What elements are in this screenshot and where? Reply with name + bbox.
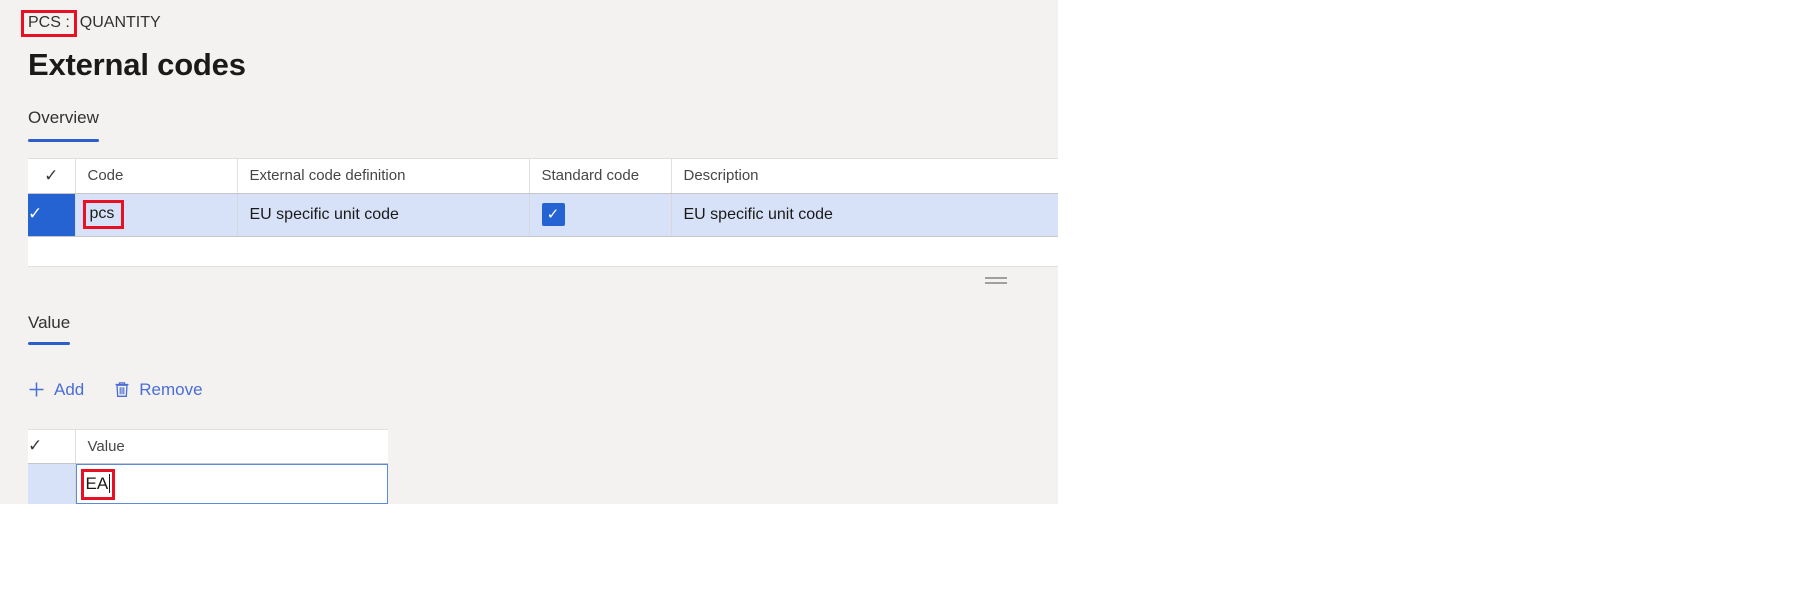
checkmark-icon: ✓ — [28, 204, 43, 223]
breadcrumb: PCS : QUANTITY — [21, 9, 1058, 37]
cell-standard-code[interactable]: ✓ — [529, 193, 672, 237]
page-title: External codes — [28, 47, 246, 82]
checkmark-icon: ✓ — [44, 165, 59, 185]
content-panel: PCS : QUANTITY External codes Overview ✓ — [0, 0, 1058, 504]
grid-empty-row — [28, 236, 1058, 267]
cell-code-value: pcs — [82, 200, 125, 229]
value-toolbar: Add Remove — [0, 375, 1058, 405]
resize-handle-line — [985, 276, 1007, 279]
grid-select-all-header[interactable]: ✓ — [28, 159, 76, 194]
overview-tabstrip: Overview — [0, 106, 1058, 142]
value-grid-select-all-header[interactable]: ✓ — [28, 429, 76, 464]
plus-icon — [29, 382, 44, 397]
value-tabstrip: Value — [0, 311, 1058, 345]
add-button[interactable]: Add — [28, 379, 84, 401]
grid-header-row: ✓ Code External code definition Standard… — [28, 159, 1058, 194]
section-splitter — [0, 267, 1058, 311]
value-input[interactable]: EA — [75, 464, 388, 504]
checkmark-icon: ✓ — [546, 206, 560, 223]
checkmark-icon: ✓ — [28, 436, 43, 456]
resize-handle-line — [985, 281, 1007, 284]
column-header-code[interactable]: Code — [75, 159, 238, 194]
add-button-label: Add — [54, 379, 85, 399]
tab-overview[interactable]: Overview — [28, 106, 99, 142]
column-header-external-code-definition[interactable]: External code definition — [237, 159, 530, 194]
resize-handle-icon[interactable] — [985, 276, 1007, 287]
column-header-description[interactable]: Description — [671, 159, 1058, 194]
cell-code[interactable]: pcs — [75, 193, 238, 237]
cell-description[interactable]: EU specific unit code — [671, 193, 1058, 237]
text-caret — [109, 473, 111, 493]
remove-button-label: Remove — [139, 379, 203, 399]
cell-external-code-definition[interactable]: EU specific unit code — [237, 193, 530, 237]
row-select-cell[interactable]: ✓ — [28, 193, 76, 237]
table-row[interactable]: ✓ pcs EU specific unit code ✓ EU specifi… — [28, 193, 1058, 237]
cell-value[interactable]: EA — [75, 464, 388, 504]
value-grid: ✓ Value EA — [28, 428, 388, 504]
value-input-value: EA — [85, 473, 109, 493]
value-grid-header-row: ✓ Value — [28, 429, 388, 464]
column-header-value[interactable]: Value — [75, 429, 388, 464]
breadcrumb-record-name: QUANTITY — [79, 14, 161, 31]
trash-icon — [115, 382, 129, 397]
standard-code-checkbox[interactable]: ✓ — [541, 203, 565, 226]
column-header-standard-code[interactable]: Standard code — [529, 159, 672, 194]
breadcrumb-record-id: PCS : — [21, 9, 77, 37]
external-codes-grid: ✓ Code External code definition Standard… — [28, 158, 1058, 267]
list-item[interactable]: EA — [28, 463, 388, 504]
remove-button[interactable]: Remove — [114, 379, 203, 401]
value-input-text: EA — [80, 468, 116, 500]
page-header: PCS : QUANTITY External codes — [0, 0, 1058, 84]
tab-value[interactable]: Value — [28, 311, 71, 345]
value-row-select-cell[interactable] — [28, 463, 76, 504]
